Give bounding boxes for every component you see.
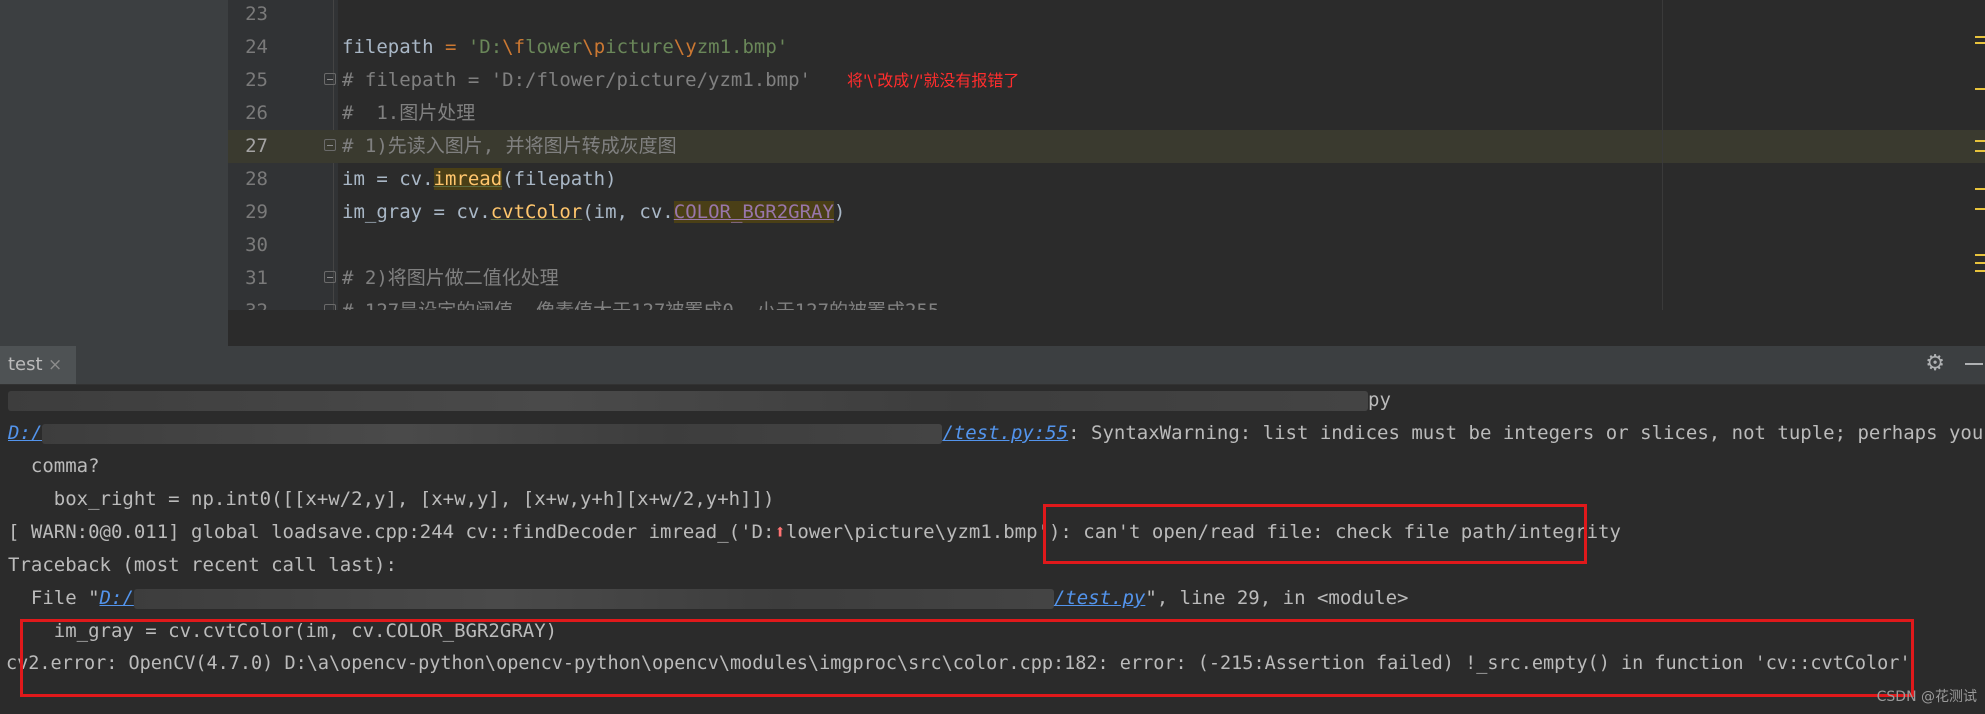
- code-line-23[interactable]: 23: [228, 0, 1985, 31]
- code-text: # filepath = 'D:/flower/picture/yzm1.bmp…: [342, 69, 1020, 91]
- error-stripe-marker[interactable]: [1975, 42, 1985, 44]
- red-annotation: 将'\'改成'/'就没有报错了: [847, 71, 1020, 90]
- code-line-26[interactable]: 26 # 1.图片处理: [228, 97, 1985, 130]
- redacted-text: [42, 423, 943, 444]
- line-number: 27: [245, 135, 268, 157]
- code-line-24[interactable]: 24 filepath = 'D:\flower\picture\yzm1.bm…: [228, 31, 1985, 64]
- console-line: box_right = np.int0([[x+w/2,y], [x+w,y],…: [8, 488, 775, 510]
- fold-icon[interactable]: [324, 73, 336, 85]
- error-stripe-marker[interactable]: [1975, 88, 1985, 90]
- tab-label: test: [8, 354, 43, 375]
- line-number: 24: [245, 36, 268, 58]
- line-number: 30: [245, 234, 268, 256]
- up-arrow-icon: ⬆: [774, 521, 786, 543]
- error-stripe-marker[interactable]: [1975, 188, 1985, 190]
- right-margin-guide: [1662, 0, 1663, 310]
- console-line: File "D://test.py", line 29, in <module>: [8, 587, 1409, 609]
- code-line-25[interactable]: 25 # filepath = 'D:/flower/picture/yzm1.…: [228, 64, 1985, 97]
- console-line: Traceback (most recent call last):: [8, 554, 397, 576]
- file-link[interactable]: /test.py:55: [942, 422, 1068, 444]
- error-stripe-marker[interactable]: [1975, 254, 1985, 256]
- file-link[interactable]: /test.py: [1054, 587, 1146, 609]
- constant-name[interactable]: COLOR_BGR2GRAY: [673, 201, 834, 223]
- code-line-30[interactable]: 30: [228, 229, 1985, 262]
- line-number: 25: [245, 69, 268, 91]
- code-text: # 2)将图片做二值化处理: [342, 267, 559, 289]
- highlight-box: [1043, 504, 1587, 564]
- line-number: 31: [245, 267, 268, 289]
- tab-test[interactable]: test ×: [0, 346, 76, 384]
- project-side-panel: [0, 0, 228, 346]
- code-text: # 1.图片处理: [342, 102, 476, 124]
- file-link[interactable]: D:/: [8, 422, 42, 444]
- code-text: # 1)先读入图片, 并将图片转成灰度图: [342, 135, 677, 157]
- line-number: 28: [245, 168, 268, 190]
- error-stripe-marker[interactable]: [1975, 208, 1985, 210]
- line-number: 26: [245, 102, 268, 124]
- file-link[interactable]: D:/: [100, 587, 134, 609]
- console-line: py: [8, 388, 1391, 412]
- error-stripe-marker[interactable]: [1975, 150, 1985, 152]
- error-stripe-marker[interactable]: [1975, 140, 1985, 142]
- fold-icon[interactable]: [324, 304, 336, 310]
- function-name[interactable]: cvtColor: [491, 201, 583, 223]
- code-line-31[interactable]: 31 # 2)将图片做二值化处理: [228, 262, 1985, 295]
- line-number: 29: [245, 201, 268, 223]
- minimize-icon[interactable]: [1965, 363, 1983, 365]
- line-number: 23: [245, 3, 268, 25]
- redacted-text: [8, 390, 1368, 411]
- error-stripe-marker[interactable]: [1975, 270, 1985, 272]
- code-text: im_gray = cv.cvtColor(im, cv.COLOR_BGR2G…: [342, 201, 846, 223]
- code-line-27[interactable]: 27 # 1)先读入图片, 并将图片转成灰度图: [228, 130, 1985, 163]
- code-text: # 127是设定的阈值, 像素值大于127被置成0, 小于127的被置成255: [342, 300, 939, 310]
- code-line-29[interactable]: 29 im_gray = cv.cvtColor(im, cv.COLOR_BG…: [228, 196, 1985, 229]
- error-stripe-marker[interactable]: [1975, 262, 1985, 264]
- run-tool-window-header: test × ⚙: [0, 346, 1985, 385]
- redacted-text: [133, 588, 1054, 609]
- function-name[interactable]: imread: [433, 168, 503, 190]
- error-stripe-marker[interactable]: [1975, 36, 1985, 38]
- close-icon[interactable]: ×: [48, 355, 62, 375]
- gear-icon[interactable]: ⚙: [1925, 351, 1945, 376]
- code-line-28[interactable]: 28 im = cv.imread(filepath): [228, 163, 1985, 196]
- fold-icon[interactable]: [324, 139, 336, 151]
- console-line: comma?: [8, 455, 100, 477]
- code-text: im = cv.imread(filepath): [342, 168, 617, 190]
- code-line-32-partial: 32 # 127是设定的阈值, 像素值大于127被置成0, 小于127的被置成2…: [228, 300, 1985, 310]
- watermark: CSDN @花测试: [1876, 689, 1977, 705]
- line-number: 32: [228, 300, 268, 310]
- console-line: D://test.py:55: SyntaxWarning: list indi…: [8, 422, 1985, 444]
- highlight-box: [20, 619, 1914, 697]
- code-text: filepath = 'D:\flower\picture\yzm1.bmp': [342, 36, 789, 58]
- fold-icon[interactable]: [324, 271, 336, 283]
